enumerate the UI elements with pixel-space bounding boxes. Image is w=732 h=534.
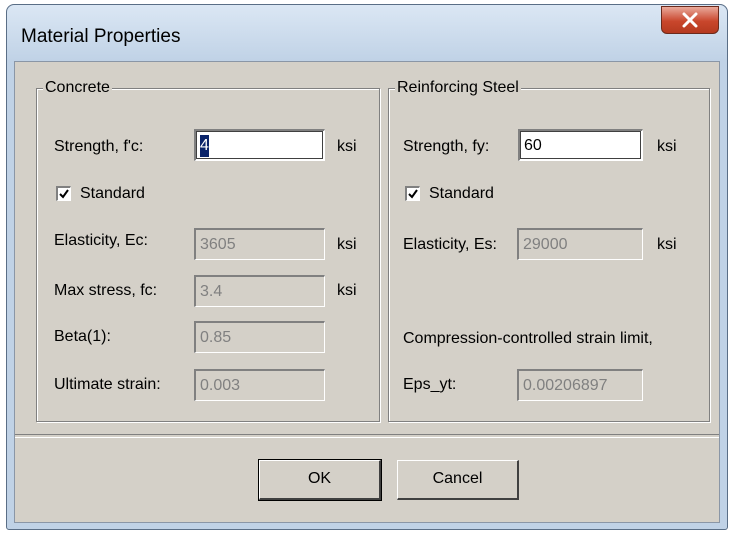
concrete-strength-value: 4 [200, 135, 209, 157]
concrete-strength-input[interactable]: 4 [194, 129, 325, 161]
concrete-strength-unit: ksi [337, 138, 357, 155]
concrete-elasticity-label: Elasticity, Ec: [54, 232, 148, 249]
reinforcing-steel-group: Reinforcing Steel Strength, fy: 60 ksi S… [388, 78, 710, 422]
steel-strength-unit: ksi [657, 138, 677, 155]
eps-yt-label: Eps_yt: [403, 376, 457, 393]
concrete-beta-field: 0.85 [194, 321, 325, 353]
concrete-elasticity-unit: ksi [337, 236, 357, 253]
cancel-button[interactable]: Cancel [397, 460, 519, 500]
concrete-group-label: Concrete [43, 78, 112, 98]
material-properties-dialog: Material Properties Concrete Strength, f… [6, 4, 728, 530]
concrete-standard-label: Standard [80, 185, 145, 202]
title-bar[interactable]: Material Properties [7, 5, 727, 61]
checkmark-icon [408, 189, 418, 199]
steel-standard-checkbox[interactable] [405, 186, 420, 201]
checkmark-icon [59, 189, 69, 199]
compression-strain-limit-label: Compression-controlled strain limit, [403, 330, 653, 347]
concrete-standard-checkbox[interactable] [56, 186, 71, 201]
ok-button[interactable]: OK [258, 459, 382, 501]
concrete-strength-label: Strength, f'c: [54, 138, 144, 155]
steel-standard-label: Standard [429, 185, 494, 202]
steel-group-label: Reinforcing Steel [395, 78, 521, 98]
concrete-ultimate-strain-field: 0.003 [194, 369, 325, 401]
close-icon [682, 12, 698, 28]
concrete-beta-label: Beta(1): [54, 328, 111, 345]
eps-yt-field: 0.00206897 [517, 369, 643, 401]
close-button[interactable] [661, 6, 719, 34]
concrete-group: Concrete Strength, f'c: 4 ksi Standard E… [36, 78, 380, 422]
steel-elasticity-label: Elasticity, Es: [403, 236, 497, 253]
steel-elasticity-field: 29000 [517, 228, 643, 260]
button-separator [15, 434, 719, 438]
concrete-elasticity-field: 3605 [194, 228, 325, 260]
dialog-client-area: Concrete Strength, f'c: 4 ksi Standard E… [14, 61, 720, 523]
concrete-ultimate-strain-label: Ultimate strain: [54, 376, 161, 393]
concrete-maxstress-label: Max stress, fc: [54, 282, 158, 299]
window-title: Material Properties [21, 26, 181, 47]
steel-elasticity-unit: ksi [657, 236, 677, 253]
concrete-maxstress-field: 3.4 [194, 275, 325, 307]
steel-strength-label: Strength, fy: [403, 138, 490, 155]
concrete-maxstress-unit: ksi [337, 282, 357, 299]
steel-strength-input[interactable]: 60 [518, 129, 643, 161]
